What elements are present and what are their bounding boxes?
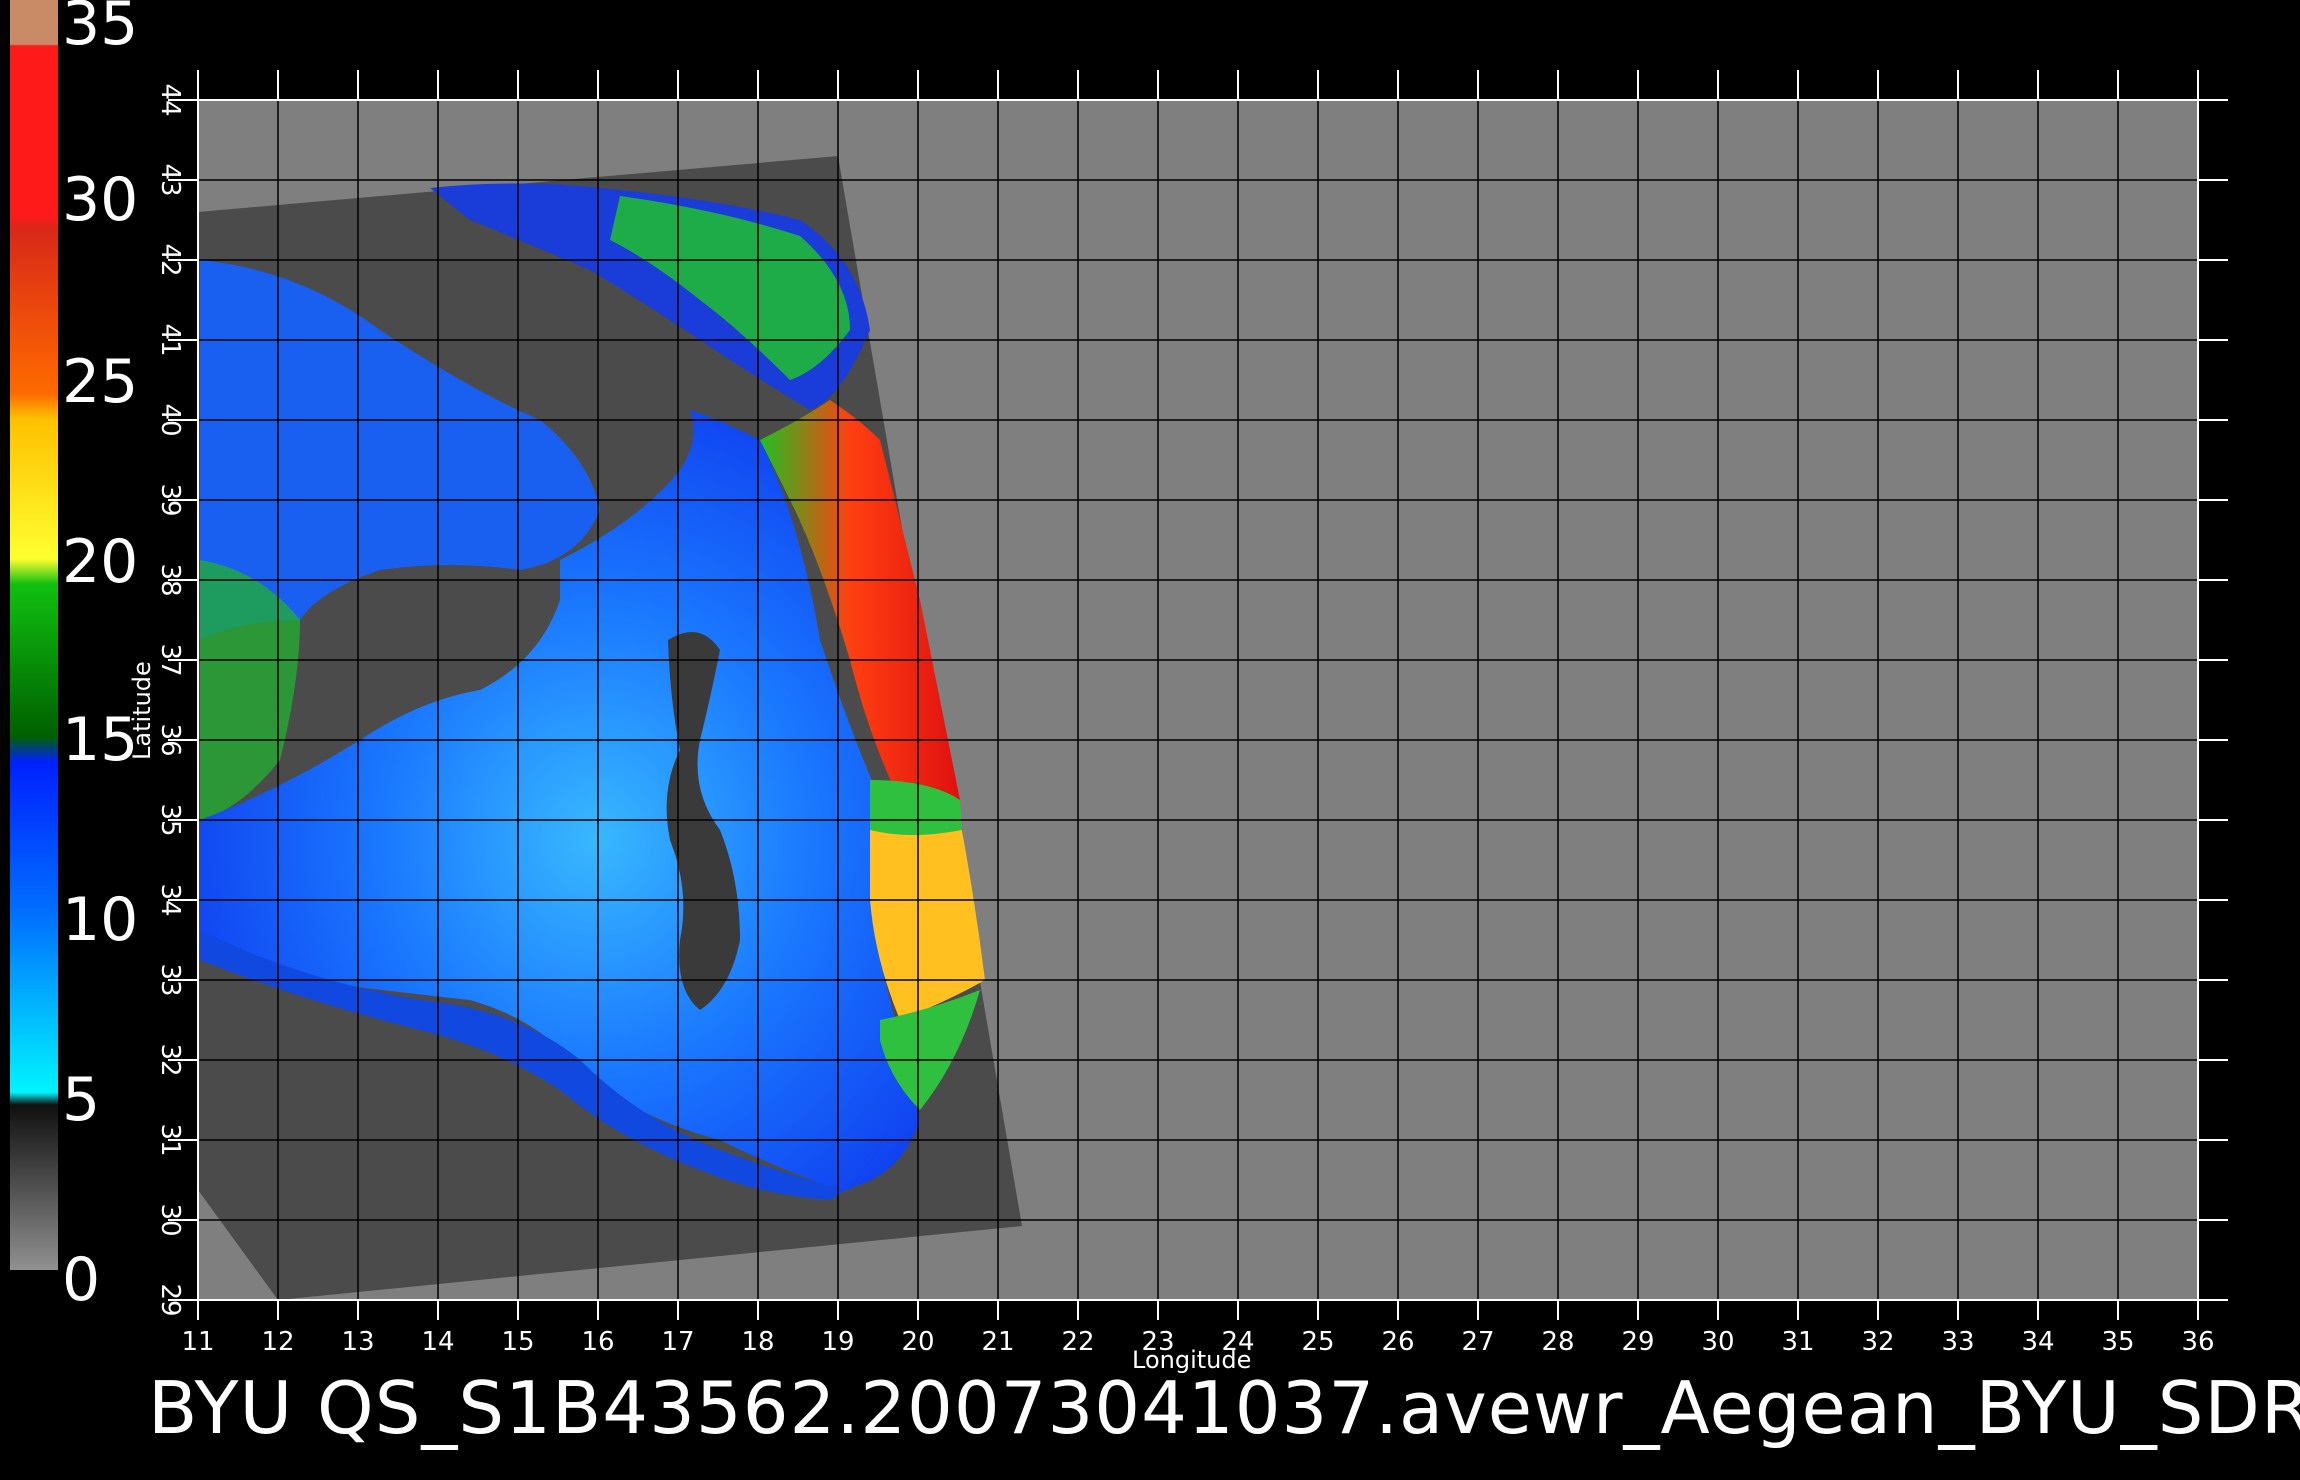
- lon-tick-label: 18: [741, 1327, 774, 1357]
- lat-tick-label: 33: [155, 963, 185, 996]
- lon-tick-label: 26: [1381, 1327, 1414, 1357]
- lat-tick-label: 44: [155, 83, 185, 116]
- lon-tick-label: 27: [1461, 1327, 1494, 1357]
- lon-tick-label: 14: [421, 1327, 454, 1357]
- lon-tick-label: 30: [1701, 1327, 1734, 1357]
- lon-tick-label: 32: [1861, 1327, 1894, 1357]
- lon-tick-label: 13: [341, 1327, 374, 1357]
- lat-tick-label: 38: [155, 563, 185, 596]
- lon-tick-label: 21: [981, 1327, 1014, 1357]
- lon-tick-label: 11: [181, 1327, 214, 1357]
- lat-tick-label: 29: [155, 1283, 185, 1316]
- latitude-tick-labels: 29 30 31 32 33 34 35 36 37 38 39 40 41 42 43 44: [155, 83, 185, 1316]
- lat-tick-label: 36: [155, 723, 185, 756]
- lon-tick-label: 29: [1621, 1327, 1654, 1357]
- lon-tick-label: 33: [1941, 1327, 1974, 1357]
- lon-tick-label: 17: [661, 1327, 694, 1357]
- wind-map: 11 12 13 14 15 16 17 18 19 20 21 22 23 24 25 26 27 28 29 30…: [128, 70, 2228, 1374]
- lon-tick-label: 36: [2181, 1327, 2214, 1357]
- lat-tick-label: 32: [155, 1043, 185, 1076]
- lon-tick-label: 15: [501, 1327, 534, 1357]
- lon-tick-label: 28: [1541, 1327, 1574, 1357]
- lon-tick-label: 25: [1301, 1327, 1334, 1357]
- lat-tick-label: 30: [155, 1203, 185, 1236]
- lon-tick-label: 19: [821, 1327, 854, 1357]
- lat-tick-label: 34: [155, 883, 185, 916]
- lat-tick-label: 39: [155, 483, 185, 516]
- lon-tick-label: 16: [581, 1327, 614, 1357]
- lat-tick-label: 31: [155, 1123, 185, 1156]
- lon-tick-label: 34: [2021, 1327, 2054, 1357]
- y-axis-label: Latitude: [128, 661, 156, 760]
- lon-tick-label: 22: [1061, 1327, 1094, 1357]
- lat-tick-label: 37: [155, 643, 185, 676]
- lon-tick-label: 35: [2101, 1327, 2134, 1357]
- lat-tick-label: 42: [155, 243, 185, 276]
- lat-tick-label: 40: [155, 403, 185, 436]
- lon-tick-label: 31: [1781, 1327, 1814, 1357]
- image-caption: BYU QS_S1B43562.20073041037.avewr_Aegean…: [148, 1366, 2300, 1450]
- lon-tick-label: 12: [261, 1327, 294, 1357]
- lat-tick-label: 35: [155, 803, 185, 836]
- lat-tick-label: 41: [155, 323, 185, 356]
- lon-tick-label: 20: [901, 1327, 934, 1357]
- lat-tick-label: 43: [155, 163, 185, 196]
